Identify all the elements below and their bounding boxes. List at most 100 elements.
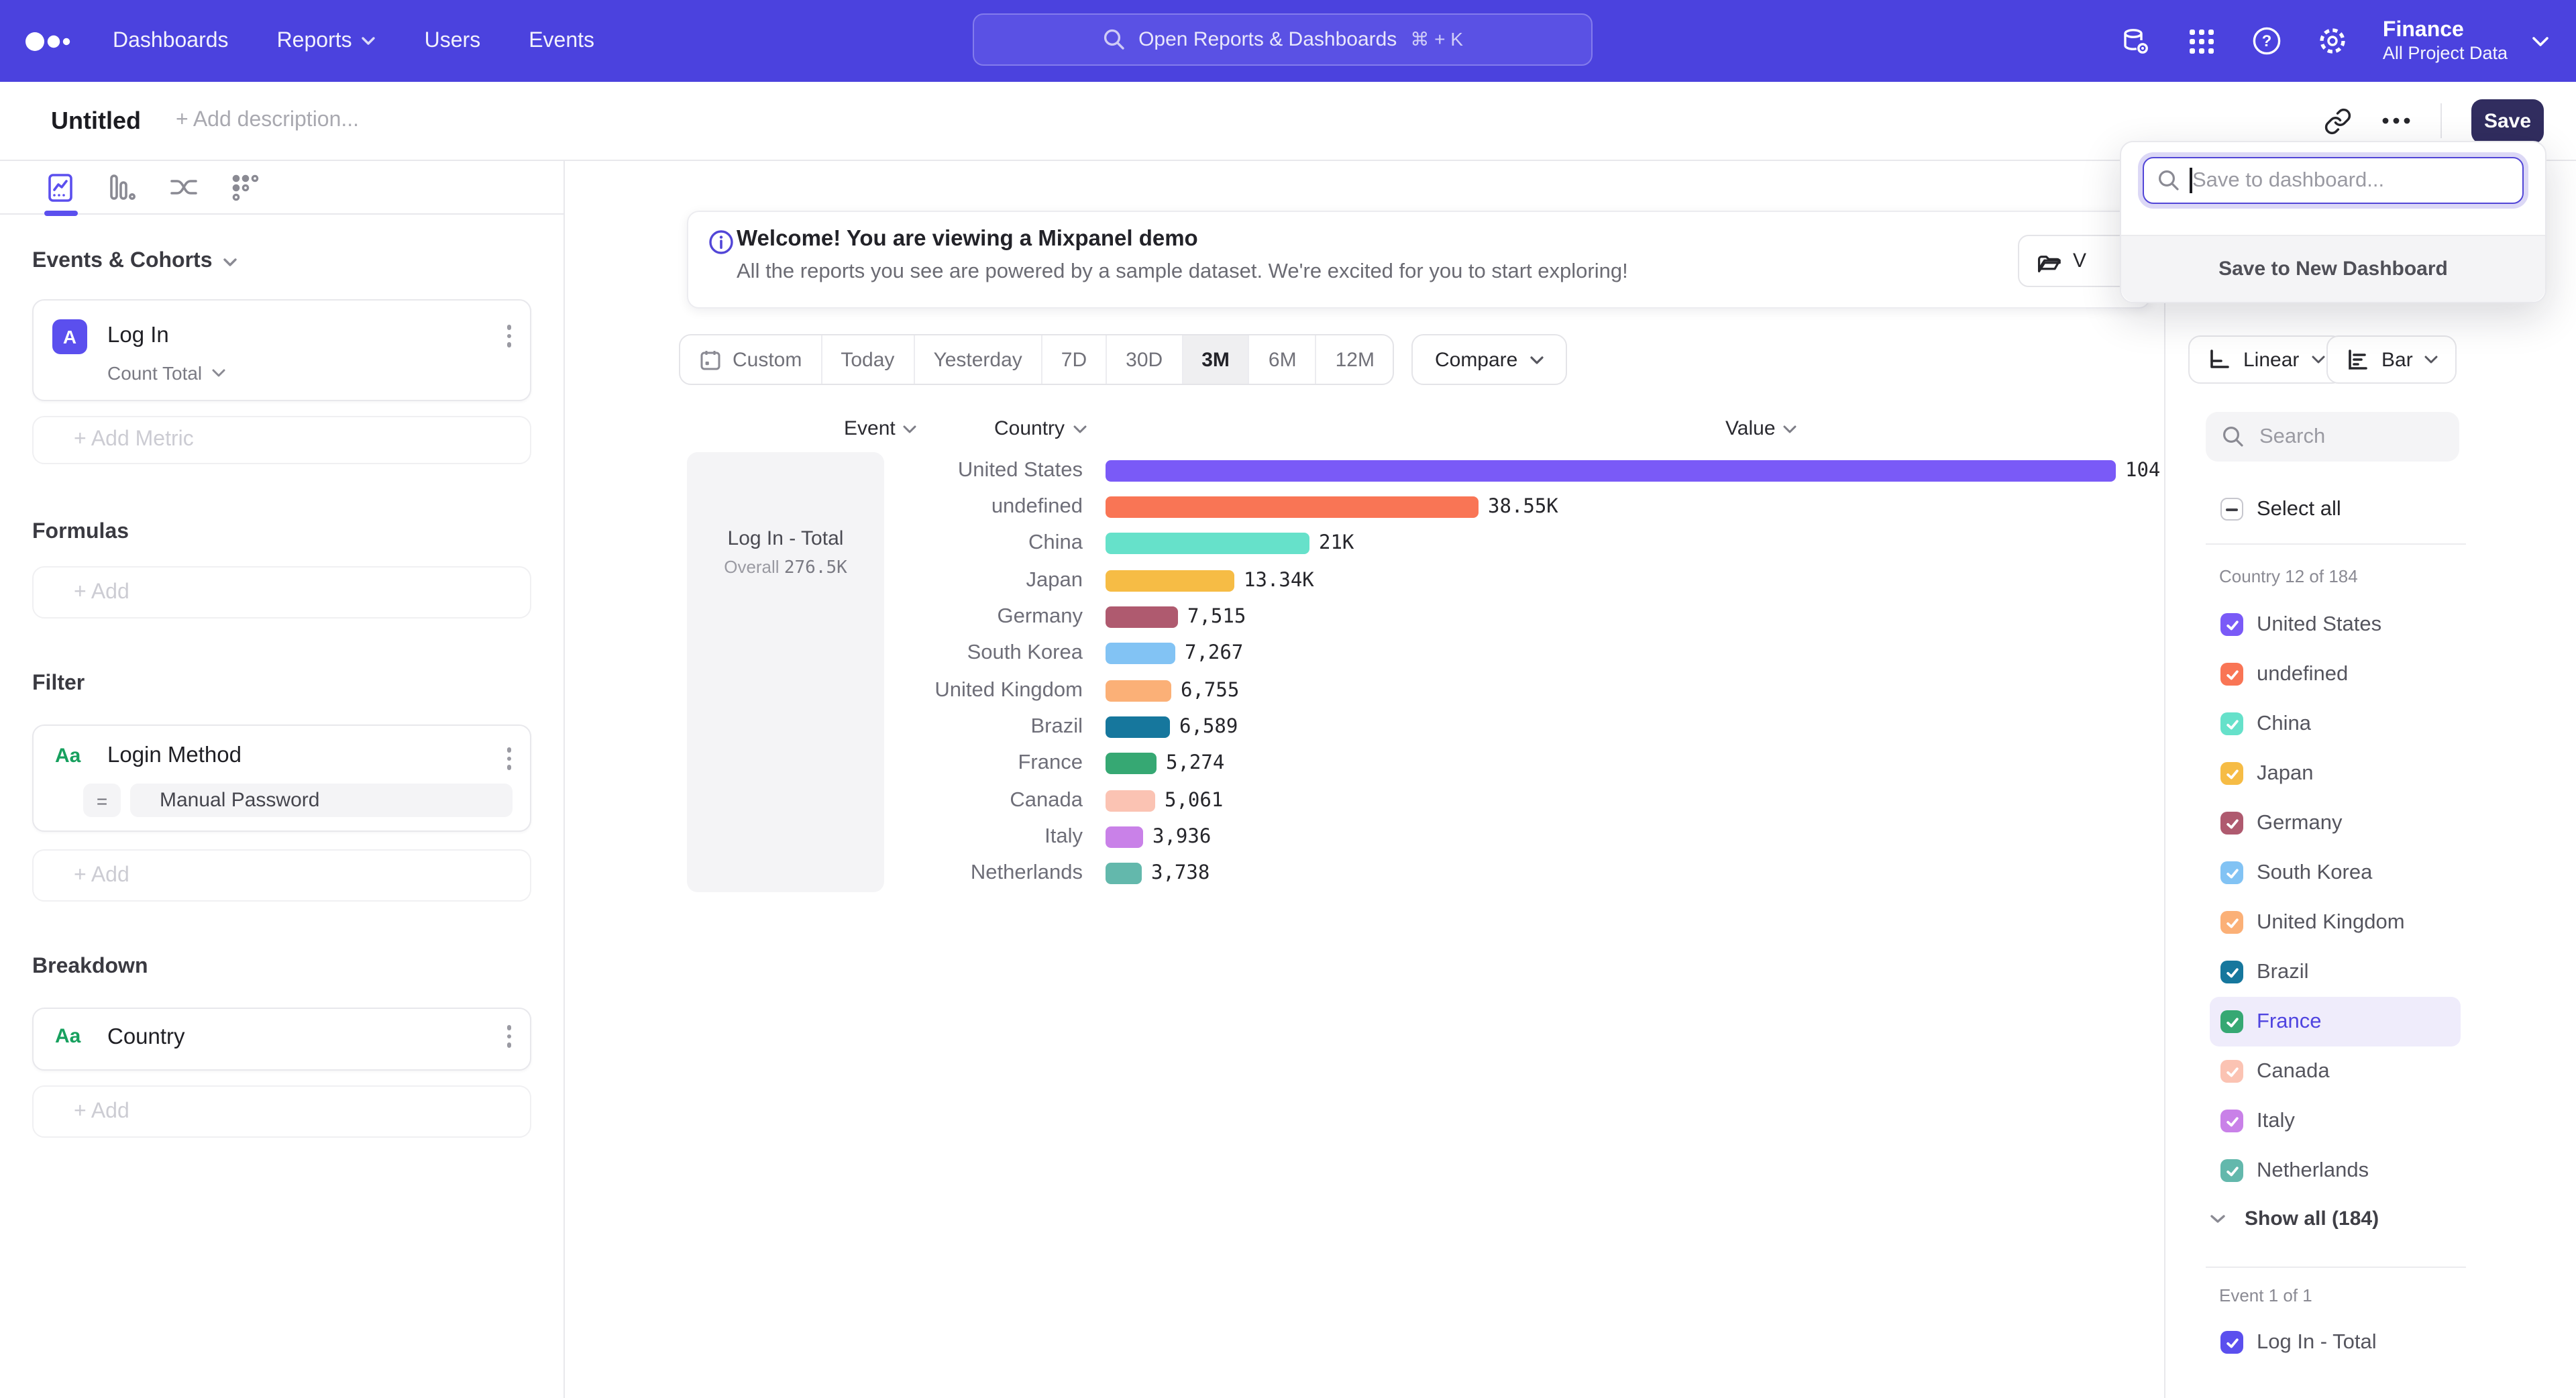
legend-item-japan[interactable]: Japan xyxy=(2210,749,2461,798)
legend-search-input[interactable] xyxy=(2257,423,2436,450)
legend-search[interactable] xyxy=(2206,412,2459,462)
legend-checkbox[interactable] xyxy=(2220,762,2243,785)
range-7d[interactable]: 7D xyxy=(1042,335,1107,384)
chart-type-dropdown[interactable]: Bar xyxy=(2326,335,2457,384)
legend-item-germany[interactable]: Germany xyxy=(2210,798,2461,848)
range-custom[interactable]: Custom xyxy=(680,335,822,384)
legend-item-china[interactable]: China xyxy=(2210,699,2461,749)
bar-segment[interactable] xyxy=(1106,790,1155,811)
save-button[interactable]: Save xyxy=(2471,99,2544,143)
aggregation-selector[interactable]: Count Total xyxy=(107,362,225,384)
filter-value[interactable]: Manual Password xyxy=(130,784,513,817)
legend-checkbox[interactable] xyxy=(2220,1159,2243,1182)
add-filter-button[interactable]: + Add xyxy=(32,849,531,902)
legend-item-united-kingdom[interactable]: United Kingdom xyxy=(2210,898,2461,947)
metric-name[interactable]: Log In xyxy=(107,323,169,349)
legend-checkbox[interactable] xyxy=(2220,1010,2243,1033)
nav-reports[interactable]: Reports xyxy=(277,29,376,53)
add-breakdown-button[interactable]: + Add xyxy=(32,1085,531,1138)
mixpanel-logo-icon[interactable] xyxy=(24,29,78,53)
chart-scale-dropdown[interactable]: Linear xyxy=(2188,335,2343,384)
legend-item-italy[interactable]: Italy xyxy=(2210,1096,2461,1146)
add-formula-button[interactable]: + Add xyxy=(32,566,531,619)
global-search[interactable]: Open Reports & Dashboards ⌘ + K xyxy=(973,13,1593,66)
legend-item-undefined[interactable]: undefined xyxy=(2210,649,2461,699)
legend-item-france[interactable]: France xyxy=(2210,997,2461,1046)
legend-checkbox[interactable] xyxy=(2220,812,2243,835)
add-metric-button[interactable]: + Add Metric xyxy=(32,416,531,464)
report-title[interactable]: Untitled xyxy=(51,107,141,135)
apps-grid-icon[interactable] xyxy=(2187,26,2216,56)
tab-retention-icon[interactable] xyxy=(229,171,262,203)
bar-segment[interactable] xyxy=(1106,643,1175,665)
save-to-dashboard-input[interactable] xyxy=(2143,157,2524,204)
breakdown-options-icon[interactable] xyxy=(506,1025,511,1047)
legend-item-south-korea[interactable]: South Korea xyxy=(2210,848,2461,898)
bar-segment[interactable] xyxy=(1106,753,1157,775)
nav-events[interactable]: Events xyxy=(529,29,594,53)
legend-item-united-states[interactable]: United States xyxy=(2210,600,2461,649)
select-all-row[interactable]: Select all xyxy=(2210,484,2461,534)
chart-column-headers: Event Country Value xyxy=(686,417,2161,444)
compare-button[interactable]: Compare xyxy=(1412,334,1567,385)
show-all-toggle[interactable]: Show all (184) xyxy=(2210,1207,2379,1230)
event-legend-row[interactable]: Log In - Total xyxy=(2210,1318,2461,1367)
bar-segment[interactable] xyxy=(1106,716,1170,738)
tab-insights-icon[interactable] xyxy=(44,171,76,203)
range-30d[interactable]: 30D xyxy=(1107,335,1183,384)
legend-checkbox[interactable] xyxy=(2220,663,2243,686)
column-header-event[interactable]: Event xyxy=(844,417,917,440)
legend-checkbox[interactable] xyxy=(2220,1110,2243,1132)
breakdown-property-name[interactable]: Country xyxy=(107,1025,185,1051)
nav-users[interactable]: Users xyxy=(425,29,481,53)
bar-segment[interactable] xyxy=(1106,570,1234,591)
bar-segment[interactable] xyxy=(1106,826,1143,848)
range-3m[interactable]: 3M xyxy=(1183,335,1250,384)
filter-options-icon[interactable] xyxy=(506,747,511,769)
legend-item-netherlands[interactable]: Netherlands xyxy=(2210,1146,2461,1195)
tab-flows-icon[interactable] xyxy=(168,171,200,203)
metric-card-log-in[interactable]: A Log In Count Total xyxy=(32,299,531,401)
range-12m[interactable]: 12M xyxy=(1317,335,1393,384)
bar-segment[interactable] xyxy=(1106,460,2116,481)
add-description[interactable]: + Add description... xyxy=(176,109,359,133)
bar-segment[interactable] xyxy=(1106,863,1142,885)
data-management-icon[interactable] xyxy=(2120,25,2152,57)
breakdown-card-country[interactable]: Aa Country xyxy=(32,1008,531,1071)
legend-checkbox[interactable] xyxy=(2220,613,2243,636)
chart-row: United States104.3K xyxy=(686,452,2196,489)
nav-dashboards[interactable]: Dashboards xyxy=(113,29,229,53)
column-header-country[interactable]: Country xyxy=(994,417,1086,440)
more-options-icon[interactable] xyxy=(2381,117,2411,125)
legend-checkbox[interactable] xyxy=(2220,1060,2243,1083)
legend-checkbox[interactable] xyxy=(2220,861,2243,884)
events-cohorts-header[interactable]: Events & Cohorts xyxy=(32,250,531,274)
legend-item-canada[interactable]: Canada xyxy=(2210,1046,2461,1096)
project-switcher[interactable]: Finance All Project Data xyxy=(2383,17,2549,65)
legend-checkbox[interactable] xyxy=(2220,712,2243,735)
range-6m[interactable]: 6M xyxy=(1250,335,1317,384)
bar-segment[interactable] xyxy=(1106,496,1479,518)
event-checkbox[interactable] xyxy=(2220,1331,2243,1354)
column-header-value[interactable]: Value xyxy=(1725,417,1797,440)
metric-options-icon[interactable] xyxy=(506,325,511,347)
bar-category-label: Italy xyxy=(686,825,1083,849)
range-yesterday[interactable]: Yesterday xyxy=(914,335,1042,384)
copy-link-icon[interactable] xyxy=(2324,107,2352,135)
filter-card-login-method[interactable]: Aa Login Method = Manual Password xyxy=(32,724,531,832)
legend-item-brazil[interactable]: Brazil xyxy=(2210,947,2461,997)
filter-operator[interactable]: = xyxy=(83,784,121,817)
bar-segment[interactable] xyxy=(1106,533,1309,555)
save-to-new-dashboard-button[interactable]: Save to New Dashboard xyxy=(2121,235,2545,302)
settings-gear-icon[interactable] xyxy=(2317,25,2348,56)
view-sample-reports-button[interactable]: V xyxy=(2018,235,2133,287)
filter-property-name[interactable]: Login Method xyxy=(107,743,241,769)
legend-checkbox[interactable] xyxy=(2220,911,2243,934)
tab-funnels-icon[interactable] xyxy=(106,171,138,203)
bar-segment[interactable] xyxy=(1106,680,1171,701)
legend-checkbox[interactable] xyxy=(2220,961,2243,983)
range-today[interactable]: Today xyxy=(822,335,914,384)
select-all-checkbox[interactable] xyxy=(2220,498,2243,521)
bar-segment[interactable] xyxy=(1106,606,1178,628)
help-icon[interactable]: ? xyxy=(2251,25,2282,56)
